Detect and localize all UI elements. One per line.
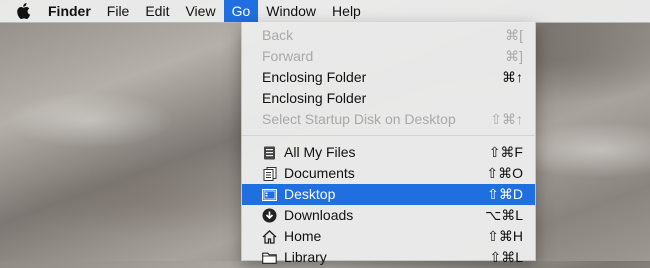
all-files-icon: [262, 145, 277, 160]
menu-item-select-startup-disk[interactable]: Select Startup Disk on Desktop ⇧⌘↑: [242, 109, 535, 130]
menu-item-label: Desktop: [284, 186, 336, 202]
menu-item-label: Enclosing Folder: [262, 69, 367, 85]
menu-item-label: Library: [284, 249, 327, 265]
menu-item-label: Select Startup Disk on Desktop: [262, 111, 456, 127]
library-icon: [262, 250, 277, 265]
menu-item-label: Back: [262, 27, 294, 43]
menu-bar: Finder File Edit View Go Window Help: [0, 0, 650, 23]
menu-separator: [242, 135, 535, 136]
menu-edit[interactable]: Edit: [137, 0, 177, 22]
menu-item-shortcut: ⌘↑: [502, 69, 523, 85]
menu-window[interactable]: Window: [258, 0, 324, 22]
menu-item-home[interactable]: Home ⇧⌘H: [242, 226, 535, 247]
menu-item-label: Documents: [284, 165, 355, 181]
menu-view[interactable]: View: [177, 0, 223, 22]
menu-item-enclosing-folder[interactable]: Enclosing Folder ⌘↑: [242, 67, 535, 88]
menu-item-forward[interactable]: Forward ⌘]: [242, 46, 535, 67]
menu-item-shortcut: ⇧⌘L: [489, 249, 523, 265]
menu-item-shortcut: ⌘[: [505, 27, 523, 43]
apple-icon: [17, 3, 30, 19]
menu-item-all-my-files[interactable]: All My Files ⇧⌘F: [242, 142, 535, 163]
menu-item-shortcut: ⌘]: [505, 48, 523, 64]
documents-icon: [262, 166, 277, 181]
menu-item-shortcut: ⇧⌘O: [486, 165, 523, 181]
menu-go[interactable]: Go: [223, 0, 259, 22]
menu-item-label: All My Files: [284, 144, 356, 160]
menu-item-label: Downloads: [284, 207, 354, 223]
menu-item-desktop[interactable]: Desktop ⇧⌘D: [242, 184, 535, 205]
menu-item-shortcut: ⇧⌘F: [488, 144, 523, 160]
menu-item-downloads[interactable]: Downloads ⌥⌘L: [242, 205, 535, 226]
menu-item-back[interactable]: Back ⌘[: [242, 25, 535, 46]
desktop-icon: [262, 187, 277, 202]
menu-file[interactable]: File: [99, 0, 138, 22]
menu-item-library[interactable]: Library ⇧⌘L: [242, 247, 535, 268]
menu-item-shortcut: ⌥⌘L: [485, 207, 523, 223]
menu-item-shortcut: ⇧⌘↑: [490, 111, 523, 127]
menu-item-label: Forward: [262, 48, 314, 64]
menu-finder[interactable]: Finder: [44, 0, 99, 22]
apple-menu[interactable]: [12, 0, 34, 22]
menu-help[interactable]: Help: [324, 0, 369, 22]
downloads-icon: [262, 208, 277, 223]
menu-item-label: Home: [284, 228, 322, 244]
home-icon: [262, 229, 277, 244]
menu-item-shortcut: ⇧⌘H: [487, 228, 523, 244]
go-menu-dropdown: Back ⌘[ Forward ⌘] Enclosing Folder ⌘↑ E…: [241, 22, 536, 265]
menu-item-documents[interactable]: Documents ⇧⌘O: [242, 163, 535, 184]
menu-item-enclosing-folder-alt[interactable]: Enclosing Folder: [242, 88, 535, 109]
menu-item-label: Enclosing Folder: [262, 90, 367, 106]
menu-item-shortcut: ⇧⌘D: [487, 186, 523, 202]
